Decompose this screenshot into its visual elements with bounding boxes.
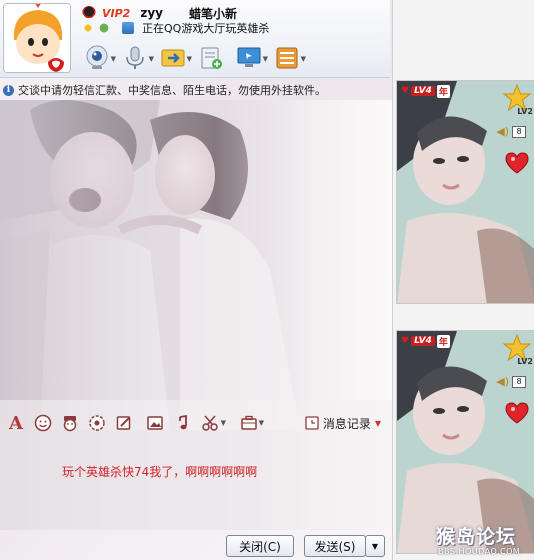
screen-share-button[interactable]: ▼: [232, 43, 268, 73]
chat-toolbar: ▼ ▼ ▼ ▼ ▼: [80, 42, 306, 74]
scribble-icon: [116, 416, 131, 430]
app-menu-icon: [276, 47, 298, 69]
voice-call-icon: [126, 46, 144, 69]
contact-identity: VIP2 zyy 蜡笔小新: [82, 5, 237, 21]
speaker-icon: ◀): [496, 125, 509, 138]
chevron-down-icon: ▼: [258, 419, 264, 427]
sound-row[interactable]: ◀) 8: [496, 375, 526, 388]
more-tools-icon: [241, 415, 257, 430]
qq-penguin-icon: [82, 6, 96, 20]
heart-icon: ♥: [401, 336, 410, 346]
game-status-icon: [122, 22, 134, 34]
video-call-button[interactable]: ▼: [80, 43, 116, 73]
chevron-down-icon: ▼: [220, 419, 226, 427]
magic-face-button[interactable]: [57, 412, 83, 434]
qq-show-card[interactable]: ♥ LV4 年 LV2 ◀) 8: [396, 80, 534, 304]
chat-window: VIP2 zyy 蜡笔小新 正在QQ游戏大厅玩英雄杀 ▼ ▼ ▼ ▼ ▼ i 交…: [0, 0, 534, 560]
font-button[interactable]: A: [3, 412, 29, 434]
message-history-label: 消息记录: [322, 416, 371, 431]
level-badge: ♥ LV4 年: [401, 84, 450, 98]
close-button[interactable]: 关闭(C): [226, 535, 294, 557]
vip-badge: VIP2: [102, 6, 131, 20]
level-label: LV4: [411, 336, 435, 346]
message-history-button[interactable]: 消息记录 ▼: [301, 413, 385, 433]
contact-avatar[interactable]: [3, 3, 71, 73]
magic-face-icon: [63, 416, 77, 432]
status-text: 正在QQ游戏大厅玩英雄杀: [142, 22, 270, 35]
star-status-icon[interactable]: [82, 22, 94, 34]
scribble-button[interactable]: [111, 412, 137, 434]
emoticon-icon: [34, 414, 52, 432]
chevron-down-icon: ▼: [374, 418, 381, 428]
star-level-label: LV2: [517, 357, 533, 366]
star-level-label: LV2: [517, 107, 533, 116]
send-options-button[interactable]: ▼: [365, 535, 385, 557]
clock-icon: [305, 416, 319, 430]
info-icon: i: [3, 84, 14, 96]
qq-show-panel: ♥ LV4 年 LV2 ◀) 8 ♥ LV4 年 LV2 ◀) 8: [392, 0, 534, 560]
nudge-icon: [89, 415, 105, 431]
app-menu-button[interactable]: ▼: [270, 43, 306, 73]
bottom-bar: 关闭(C) 发送(S) ▼: [0, 530, 390, 560]
contact-nickname: 蜡笔小新: [188, 6, 237, 21]
year-tag: 年: [436, 84, 450, 98]
notice-text: 交谈中请勿轻信汇款、中奖信息、陌生电话，勿使用外挂软件。: [18, 84, 326, 97]
image-icon: [147, 416, 163, 430]
screenshot-button[interactable]: ▼: [196, 412, 226, 434]
more-tools-button[interactable]: ▼: [233, 412, 265, 434]
level-badge: ♥ LV4 年: [401, 334, 450, 348]
send-button[interactable]: 发送(S): [304, 535, 366, 557]
nudge-button[interactable]: [84, 412, 110, 434]
chat-header: VIP2 zyy 蜡笔小新 正在QQ游戏大厅玩英雄杀 ▼ ▼ ▼ ▼ ▼: [0, 0, 390, 78]
remote-assist-icon: [201, 47, 222, 69]
qq-show-portrait: [397, 81, 534, 303]
input-toolbar: A ▼ ▼ 消息记录 ▼: [0, 410, 390, 436]
chevron-down-icon: ▼: [371, 541, 379, 551]
sound-row[interactable]: ◀) 8: [496, 125, 526, 138]
heart-gift-icon: [505, 402, 529, 424]
sound-tag: 8: [512, 375, 526, 388]
message-input[interactable]: [0, 436, 390, 528]
screen-share-icon: [237, 47, 261, 67]
music-button[interactable]: [169, 412, 195, 434]
heart-icon: ♥: [401, 86, 410, 96]
message-draft-text: 玩个英雄杀快74我了，啊啊啊啊啊啊: [62, 465, 258, 479]
contact-status: 正在QQ游戏大厅玩英雄杀: [82, 20, 269, 36]
level-label: LV4: [411, 86, 435, 96]
video-call-icon: [86, 45, 108, 69]
contact-name[interactable]: zyy: [140, 6, 163, 20]
voice-call-button[interactable]: ▼: [118, 43, 154, 73]
remote-assist-button[interactable]: [194, 43, 228, 73]
security-notice: i 交谈中请勿轻信汇款、中奖信息、陌生电话，勿使用外挂软件。: [3, 82, 326, 98]
avatar-cartoon-icon: [4, 4, 70, 72]
send-file-icon: [161, 49, 185, 67]
watermark-title: 猴岛论坛: [436, 526, 517, 548]
speaker-icon: ◀): [496, 375, 509, 388]
qzone-icon[interactable]: [98, 22, 110, 34]
heart-gift-icon: [505, 152, 529, 174]
watermark-url: BBS.HOUDAO.COM: [438, 547, 521, 556]
image-button[interactable]: [142, 412, 168, 434]
screenshot-icon: [202, 415, 218, 431]
year-tag: 年: [436, 334, 450, 348]
send-file-button[interactable]: ▼: [156, 43, 192, 73]
emoticon-button[interactable]: [30, 412, 56, 434]
forum-watermark: 猴岛论坛 BBS.HOUDAO.COM: [430, 520, 534, 560]
music-icon: [179, 414, 187, 430]
sound-tag: 8: [512, 125, 526, 138]
font-icon: A: [9, 412, 23, 434]
